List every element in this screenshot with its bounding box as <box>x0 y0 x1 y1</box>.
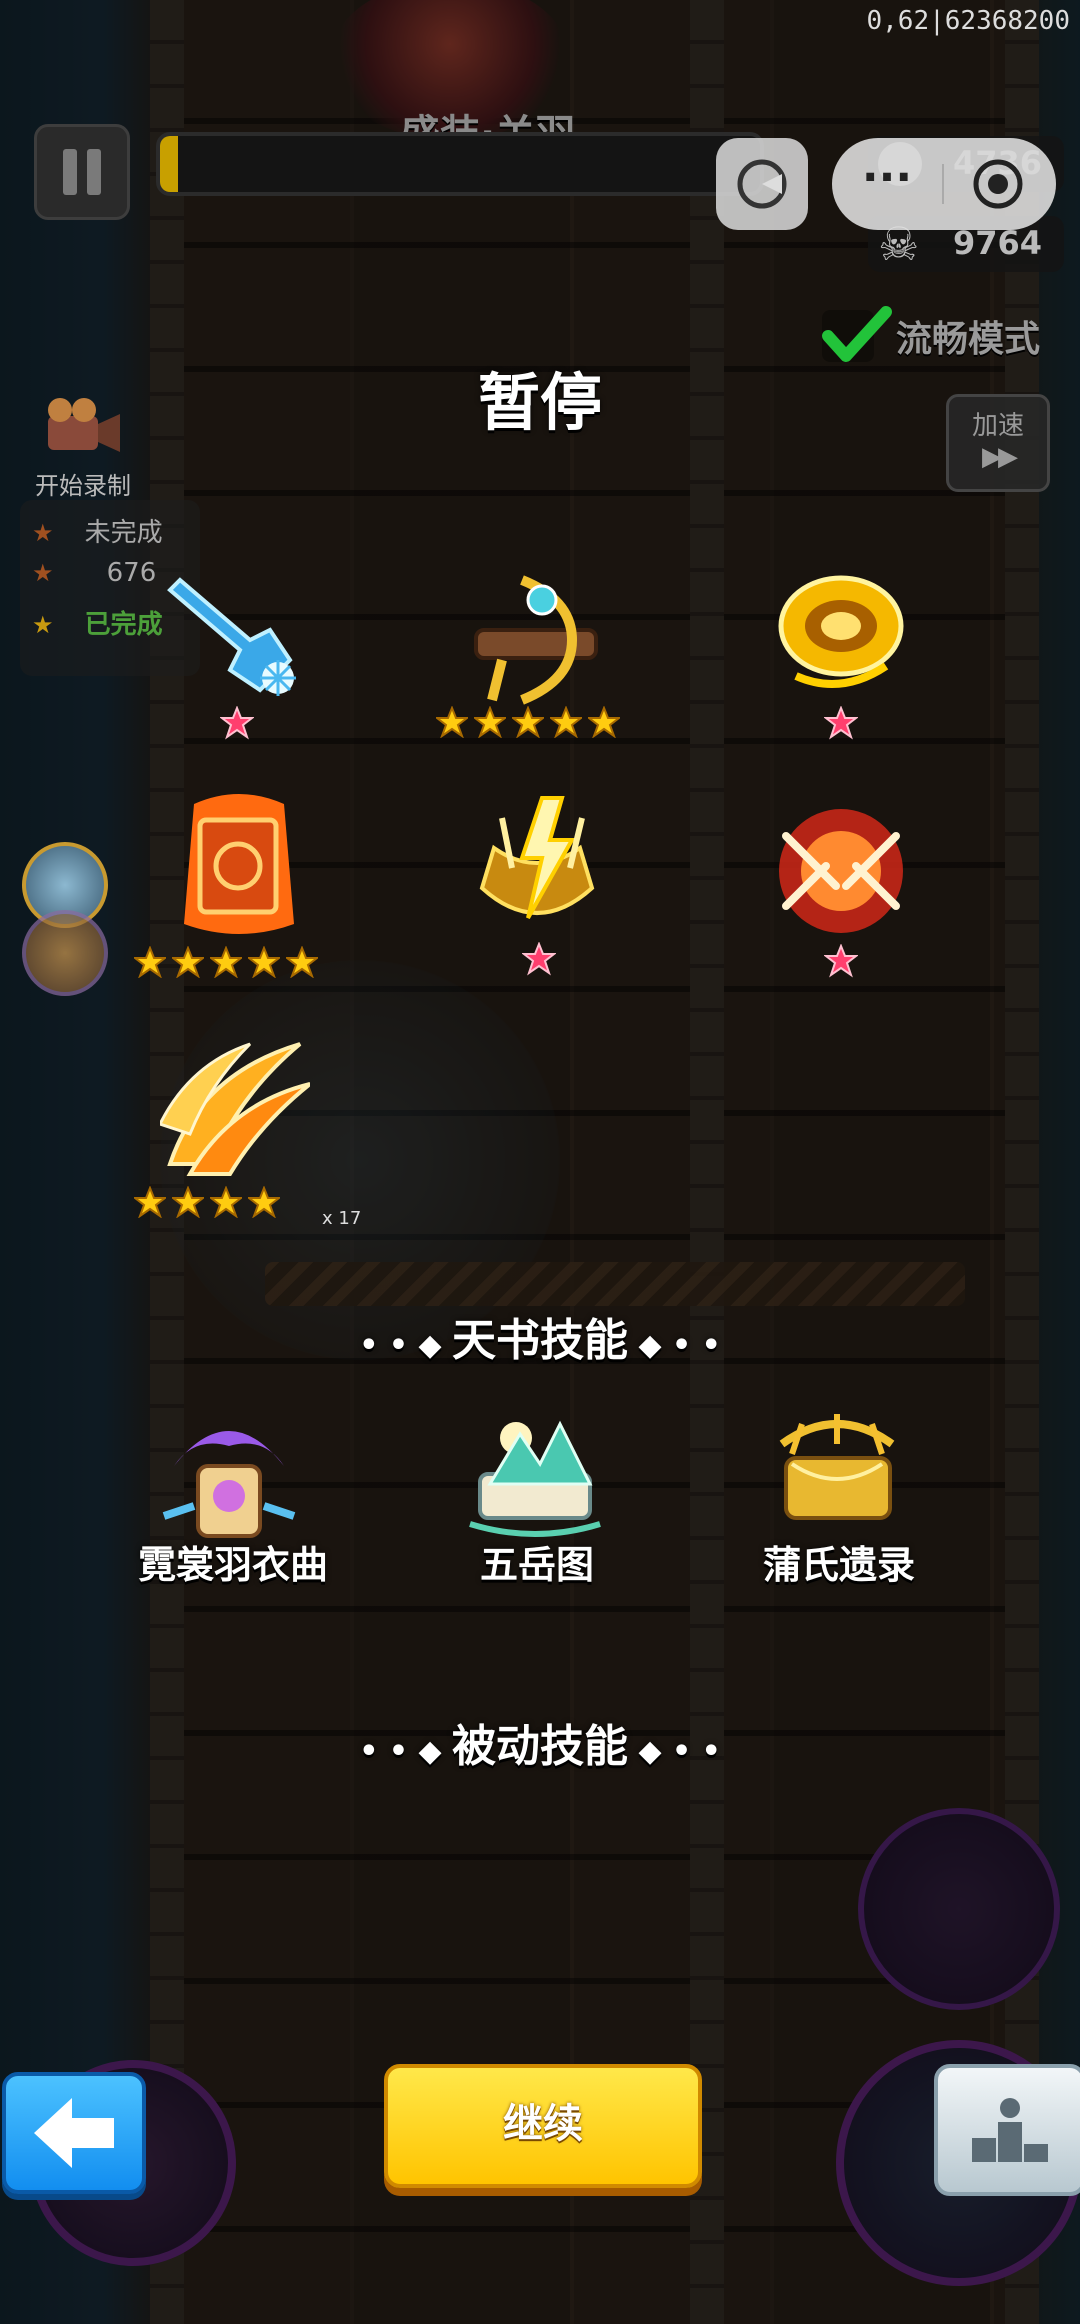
five-mountains-book-icon[interactable] <box>460 1404 610 1554</box>
task-row: ★ 已完成 <box>32 604 163 641</box>
task-row: ★ 676 <box>32 558 156 588</box>
task-star-icon: ★ <box>32 519 54 547</box>
skill-gem-icon <box>522 942 556 976</box>
star-icon <box>210 1186 242 1218</box>
skill-gem-icon <box>824 944 858 978</box>
pause-button[interactable] <box>34 124 130 220</box>
ice-blade-skill-icon[interactable] <box>160 560 310 710</box>
task-progress: 676 <box>106 558 157 588</box>
combo-counter: x 17 <box>322 1208 362 1229</box>
thunder-strike-skill-icon[interactable] <box>462 788 612 938</box>
book-label: 霓裳羽衣曲 <box>137 1543 328 1587</box>
pause-title: 暂停 <box>477 366 602 439</box>
continue-label: 继续 <box>503 2101 583 2147</box>
more-dots-icon: ··· <box>861 152 913 203</box>
skill-gem-icon <box>824 706 858 740</box>
skill-stars <box>134 946 318 978</box>
boss-health-fill <box>160 136 178 192</box>
record-label: 开始录制 <box>35 472 131 500</box>
star-icon <box>512 706 544 738</box>
star-icon <box>172 1186 204 1218</box>
star-icon <box>474 706 506 738</box>
book-label: 蒲氏遗录 <box>762 1543 915 1587</box>
skill-stars <box>134 1186 280 1218</box>
golden-crossbow-skill-icon[interactable] <box>462 560 612 710</box>
section-dots-right: ◆ • • <box>628 1734 721 1769</box>
fire-arrows-skill-icon[interactable] <box>766 796 916 946</box>
task-star-icon: ★ <box>32 611 54 639</box>
section-dots-left: • • ◆ <box>359 1734 452 1769</box>
section-dots-left: • • ◆ <box>359 1328 452 1363</box>
pause-icon <box>59 149 105 195</box>
debug-id-text: 0,62|62368200 <box>866 6 1071 36</box>
fire-scroll-skill-icon[interactable] <box>164 794 314 944</box>
arrow-left-icon <box>34 2098 114 2168</box>
capsule-menu: ··· <box>832 138 1056 230</box>
target-close-icon <box>973 159 1023 209</box>
flame-claw-skill-icon[interactable] <box>157 1034 312 1184</box>
passive-skills-title: • • ◆ 被动技能 ◆ • • <box>359 1721 721 1772</box>
golden-whirlwind-skill-icon[interactable] <box>766 556 916 706</box>
section-dots-right: ◆ • • <box>628 1328 721 1363</box>
fast-forward-icon: ▶▶ <box>982 442 1018 472</box>
star-icon <box>248 1186 280 1218</box>
star-icon <box>210 946 242 978</box>
star-icon <box>436 706 468 738</box>
book-label: 五岳图 <box>479 1543 594 1587</box>
star-icon <box>588 706 620 738</box>
more-options-button[interactable]: ··· <box>832 138 942 230</box>
star-icon <box>134 946 166 978</box>
task-status: 未完成 <box>84 518 163 548</box>
minigame-button[interactable] <box>716 138 808 230</box>
skill-gem-icon <box>220 706 254 740</box>
star-icon <box>134 1186 166 1218</box>
star-icon <box>550 706 582 738</box>
star-icon <box>286 946 318 978</box>
pu-legacy-book-icon[interactable] <box>762 1404 912 1554</box>
podium-icon <box>972 2098 1048 2162</box>
task-status: 已完成 <box>84 610 163 640</box>
back-button[interactable] <box>2 2072 146 2194</box>
continue-button[interactable]: 继续 <box>384 2064 702 2188</box>
star-icon <box>172 946 204 978</box>
minigame-icon <box>737 159 787 209</box>
book-skills-title: • • ◆ 天书技能 ◆ • • <box>359 1315 721 1366</box>
leaderboard-button[interactable] <box>934 2064 1080 2196</box>
task-row: ★ 未完成 <box>32 512 163 549</box>
hero-portrait-left-2[interactable] <box>22 910 108 996</box>
close-miniprogram-button[interactable] <box>946 138 1056 230</box>
task-star-icon: ★ <box>32 559 54 587</box>
star-icon <box>248 946 280 978</box>
skill-stars <box>436 706 620 738</box>
boss-health-bar <box>156 132 764 196</box>
